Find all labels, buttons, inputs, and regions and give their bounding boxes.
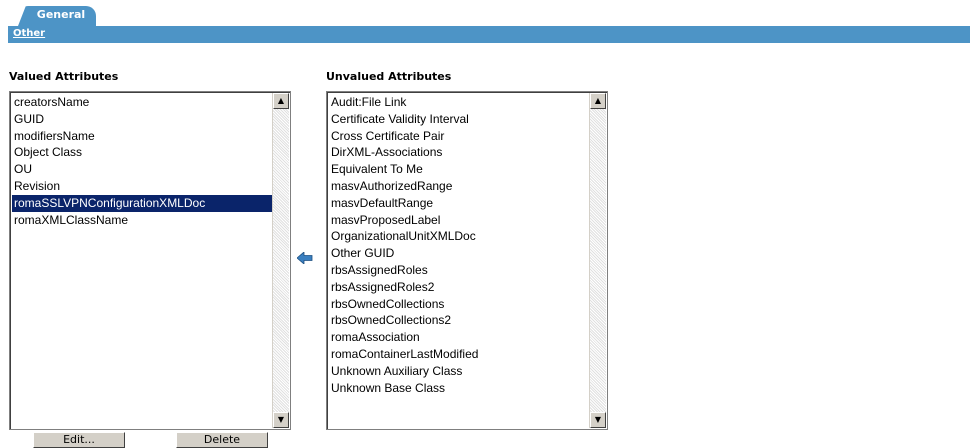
- list-item[interactable]: masvDefaultRange: [329, 195, 589, 212]
- scroll-down-icon[interactable]: ▼: [273, 412, 289, 428]
- list-item[interactable]: OU: [12, 161, 272, 178]
- sub-tab-bar: Other: [8, 26, 970, 43]
- tab-general[interactable]: General: [18, 6, 96, 26]
- valued-attributes-list[interactable]: creatorsName GUID modifiersName Object Clas…: [9, 91, 291, 430]
- unvalued-items: Audit:File Link Certificate Validity Inte…: [329, 94, 589, 396]
- list-item[interactable]: romaContainerLastModified: [329, 346, 589, 363]
- list-item[interactable]: Certificate Validity Interval: [329, 111, 589, 128]
- unvalued-attributes-list[interactable]: Audit:File Link Certificate Validity Inte…: [326, 91, 608, 430]
- tab-bar: General: [0, 0, 970, 28]
- list-item[interactable]: GUID: [12, 111, 272, 128]
- list-item[interactable]: DirXML-Associations: [329, 144, 589, 161]
- list-item[interactable]: creatorsName: [12, 94, 272, 111]
- list-item[interactable]: romaSSLVPNConfigurationXMLDoc: [12, 194, 272, 212]
- list-item[interactable]: Other GUID: [329, 245, 589, 262]
- tab-other-link[interactable]: Other: [13, 28, 45, 39]
- valued-attributes-title: Valued Attributes: [9, 70, 119, 83]
- list-item[interactable]: rbsAssignedRoles2: [329, 279, 589, 296]
- scroll-down-icon[interactable]: ▼: [590, 412, 606, 428]
- list-item[interactable]: rbsOwnedCollections2: [329, 312, 589, 329]
- list-item[interactable]: Unknown Auxiliary Class: [329, 363, 589, 380]
- list-item[interactable]: rbsOwnedCollections: [329, 296, 589, 313]
- scroll-up-icon[interactable]: ▲: [273, 93, 289, 109]
- valued-items: creatorsName GUID modifiersName Object Clas…: [12, 94, 272, 228]
- tab-general-label: General: [36, 8, 86, 21]
- list-item[interactable]: masvAuthorizedRange: [329, 178, 589, 195]
- list-item[interactable]: OrganizationalUnitXMLDoc: [329, 228, 589, 245]
- list-item[interactable]: Object Class: [12, 144, 272, 161]
- delete-button[interactable]: Delete: [176, 432, 268, 448]
- list-item[interactable]: Cross Certificate Pair: [329, 128, 589, 145]
- valued-scrollbar[interactable]: ▲ ▼: [272, 93, 289, 428]
- unvalued-attributes-title: Unvalued Attributes: [326, 70, 452, 83]
- scroll-up-icon[interactable]: ▲: [590, 93, 606, 109]
- list-item[interactable]: romaAssociation: [329, 329, 589, 346]
- list-item[interactable]: romaXMLClassName: [12, 212, 272, 229]
- edit-button[interactable]: Edit...: [33, 432, 125, 448]
- list-item[interactable]: masvProposedLabel: [329, 212, 589, 229]
- unvalued-scrollbar[interactable]: ▲ ▼: [589, 93, 606, 428]
- arrow-left-icon[interactable]: [296, 249, 313, 265]
- list-item[interactable]: Unknown Base Class: [329, 380, 589, 397]
- list-item[interactable]: Revision: [12, 178, 272, 195]
- list-item[interactable]: rbsAssignedRoles: [329, 262, 589, 279]
- list-item[interactable]: Audit:File Link: [329, 94, 589, 111]
- list-item[interactable]: modifiersName: [12, 128, 272, 145]
- list-item[interactable]: Equivalent To Me: [329, 161, 589, 178]
